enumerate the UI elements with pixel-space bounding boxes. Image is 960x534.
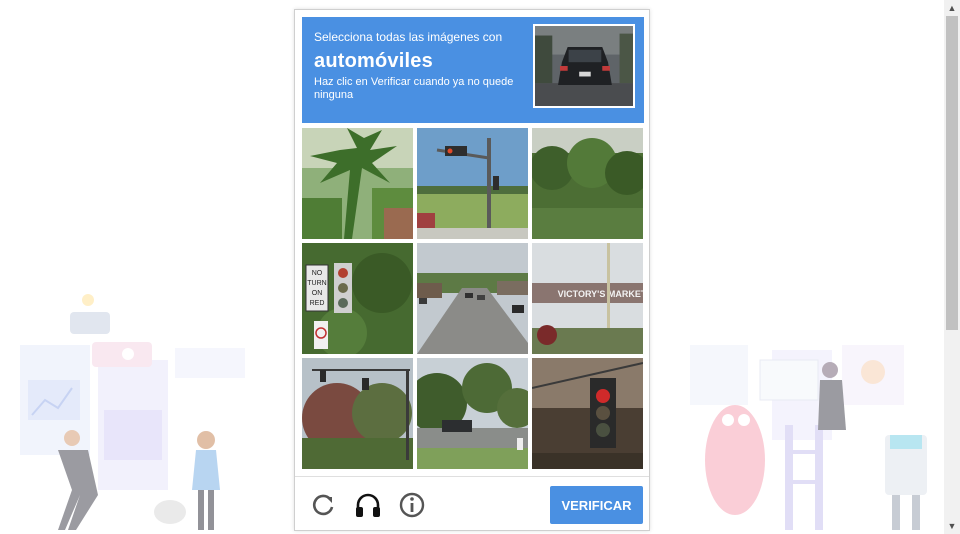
hint-text: Haz clic en Verificar cuando ya no quede… bbox=[314, 76, 514, 101]
image-grid: NO TURN ON RED VICTORY'S MARKET bbox=[302, 128, 644, 470]
image-tile-2[interactable] bbox=[417, 128, 528, 239]
image-tile-8[interactable] bbox=[417, 358, 528, 469]
image-tile-5[interactable] bbox=[417, 243, 528, 354]
example-car-image bbox=[533, 24, 635, 108]
image-tile-4[interactable]: NO TURN ON RED bbox=[302, 243, 413, 354]
sign-word-2: TURN bbox=[307, 280, 326, 287]
captcha-header: Selecciona todas las imágenes con automó… bbox=[302, 17, 644, 123]
image-tile-6[interactable]: VICTORY'S MARKET bbox=[532, 243, 643, 354]
sign-word-3: ON bbox=[312, 290, 323, 297]
image-tile-7[interactable] bbox=[302, 358, 413, 469]
captcha-widget: Selecciona todas las imágenes con automó… bbox=[294, 9, 650, 531]
headphones-icon[interactable] bbox=[351, 488, 385, 522]
sign-word-1: NO bbox=[312, 270, 323, 277]
sign-word-4: RED bbox=[310, 300, 325, 307]
left-background-illustration bbox=[20, 294, 245, 530]
image-tile-1[interactable] bbox=[302, 128, 413, 239]
image-tile-3[interactable] bbox=[532, 128, 643, 239]
scrollbar-thumb[interactable] bbox=[946, 16, 958, 330]
footer-divider bbox=[295, 476, 649, 477]
instruction-text: Selecciona todas las imágenes con bbox=[314, 30, 503, 44]
reload-icon[interactable] bbox=[306, 488, 340, 522]
scroll-up-icon[interactable]: ▲ bbox=[944, 0, 960, 16]
page-scrollbar[interactable]: ▲ ▼ bbox=[944, 0, 960, 534]
verify-button[interactable]: VERIFICAR bbox=[550, 486, 643, 524]
info-icon[interactable] bbox=[395, 488, 429, 522]
right-background-illustration bbox=[690, 345, 927, 530]
store-sign-text: VICTORY'S MARKET bbox=[558, 289, 643, 299]
scroll-down-icon[interactable]: ▼ bbox=[944, 518, 960, 534]
image-tile-9[interactable] bbox=[532, 358, 643, 469]
target-keyword: automóviles bbox=[314, 50, 433, 72]
